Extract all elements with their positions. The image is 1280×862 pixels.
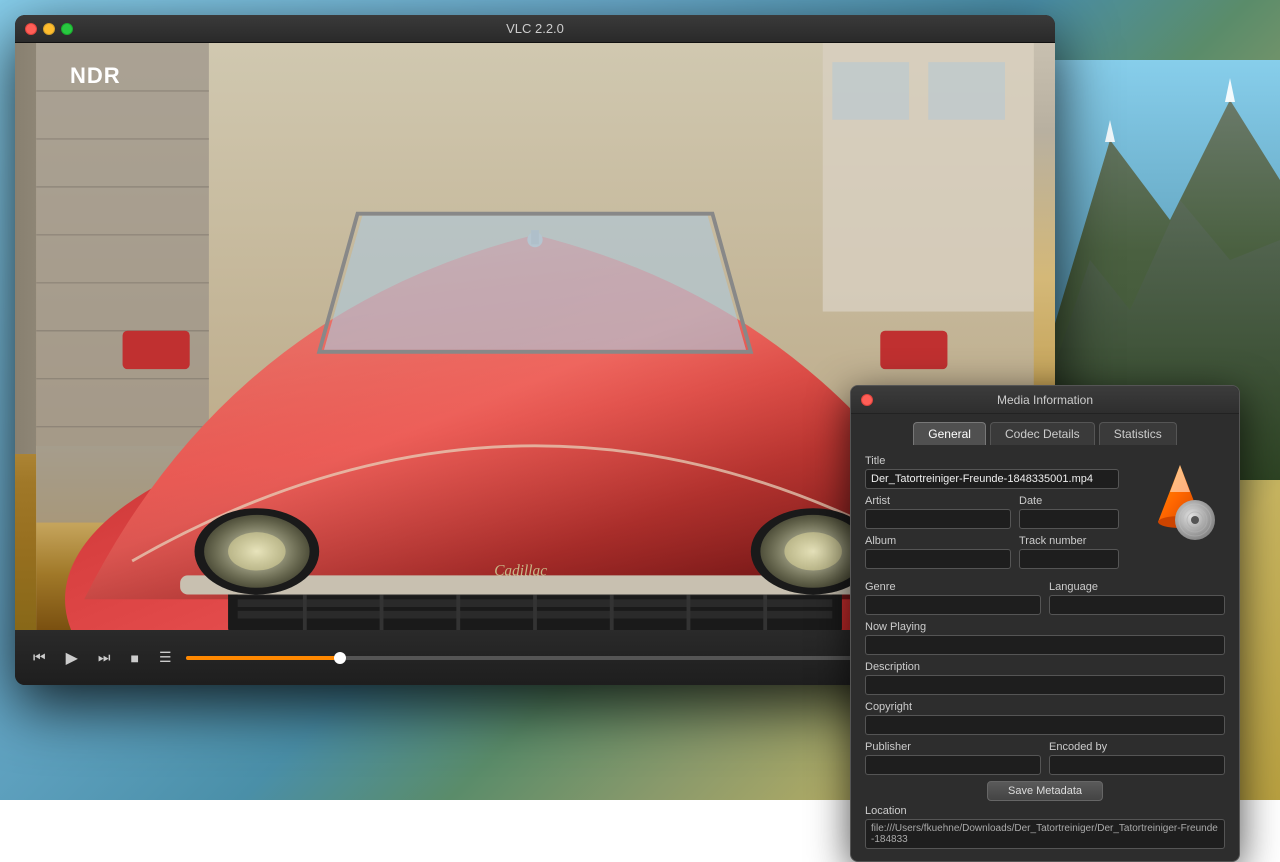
artist-label: Artist	[865, 495, 1011, 507]
genre-language-row: Genre Language	[865, 581, 1225, 615]
fastforward-button[interactable]: ⏭	[92, 645, 117, 670]
artist-input[interactable]	[865, 509, 1011, 529]
vlc-cone-icon	[1140, 460, 1220, 540]
album-label: Album	[865, 535, 1011, 547]
dialog-title: Media Information	[997, 393, 1093, 407]
description-label: Description	[865, 661, 1225, 673]
album-input[interactable]	[865, 549, 1011, 569]
artist-date-row: Artist Date	[865, 495, 1119, 529]
track-number-label: Track number	[1019, 535, 1119, 547]
close-button[interactable]	[25, 23, 37, 35]
publisher-label: Publisher	[865, 741, 1041, 753]
title-label: Title	[865, 455, 1119, 467]
title-input[interactable]	[865, 469, 1119, 489]
ndr-logo: NDR	[70, 63, 121, 89]
copyright-row: Copyright	[865, 701, 1225, 735]
publisher-input[interactable]	[865, 755, 1041, 775]
copyright-input[interactable]	[865, 715, 1225, 735]
now-playing-label: Now Playing	[865, 621, 1225, 633]
dialog-tabs: General Codec Details Statistics	[851, 414, 1239, 445]
language-label: Language	[1049, 581, 1225, 593]
location-label: Location	[865, 805, 1225, 817]
media-info-dialog: Media Information General Codec Details …	[850, 385, 1240, 862]
progress-thumb[interactable]	[334, 652, 346, 664]
dialog-close-button[interactable]	[861, 394, 873, 406]
description-input[interactable]	[865, 675, 1225, 695]
encoded-by-input[interactable]	[1049, 755, 1225, 775]
traffic-lights	[25, 23, 73, 35]
genre-input[interactable]	[865, 595, 1041, 615]
copyright-label: Copyright	[865, 701, 1225, 713]
dialog-content: Title Artist Date	[851, 445, 1239, 861]
encoded-by-label: Encoded by	[1049, 741, 1225, 753]
genre-label: Genre	[865, 581, 1041, 593]
tab-general[interactable]: General	[913, 422, 986, 445]
album-track-row: Album Track number	[865, 535, 1119, 569]
vlc-icon-area	[1135, 455, 1225, 545]
date-input[interactable]	[1019, 509, 1119, 529]
maximize-button[interactable]	[61, 23, 73, 35]
svg-text:Cadillac: Cadillac	[494, 562, 547, 579]
language-input[interactable]	[1049, 595, 1225, 615]
now-playing-row: Now Playing	[865, 621, 1225, 655]
stop-button[interactable]: ■	[125, 646, 145, 670]
date-label: Date	[1019, 495, 1119, 507]
description-row: Description	[865, 661, 1225, 695]
progress-fill	[186, 656, 340, 660]
dialog-titlebar: Media Information	[851, 386, 1239, 414]
playlist-button[interactable]: ☰	[153, 645, 178, 670]
publisher-encoded-row: Publisher Encoded by	[865, 741, 1225, 775]
track-number-input[interactable]	[1019, 549, 1119, 569]
window-title: VLC 2.2.0	[506, 21, 564, 36]
save-metadata-button[interactable]: Save Metadata	[987, 781, 1103, 801]
tab-statistics[interactable]: Statistics	[1099, 422, 1177, 445]
rewind-button[interactable]: ⏮	[27, 645, 52, 670]
now-playing-input[interactable]	[865, 635, 1225, 655]
vlc-titlebar: VLC 2.2.0	[15, 15, 1055, 43]
minimize-button[interactable]	[43, 23, 55, 35]
tab-codec-details[interactable]: Codec Details	[990, 422, 1095, 445]
play-button[interactable]: ▶	[60, 644, 84, 672]
location-value: file:///Users/fkuehne/Downloads/Der_Tato…	[865, 819, 1225, 849]
